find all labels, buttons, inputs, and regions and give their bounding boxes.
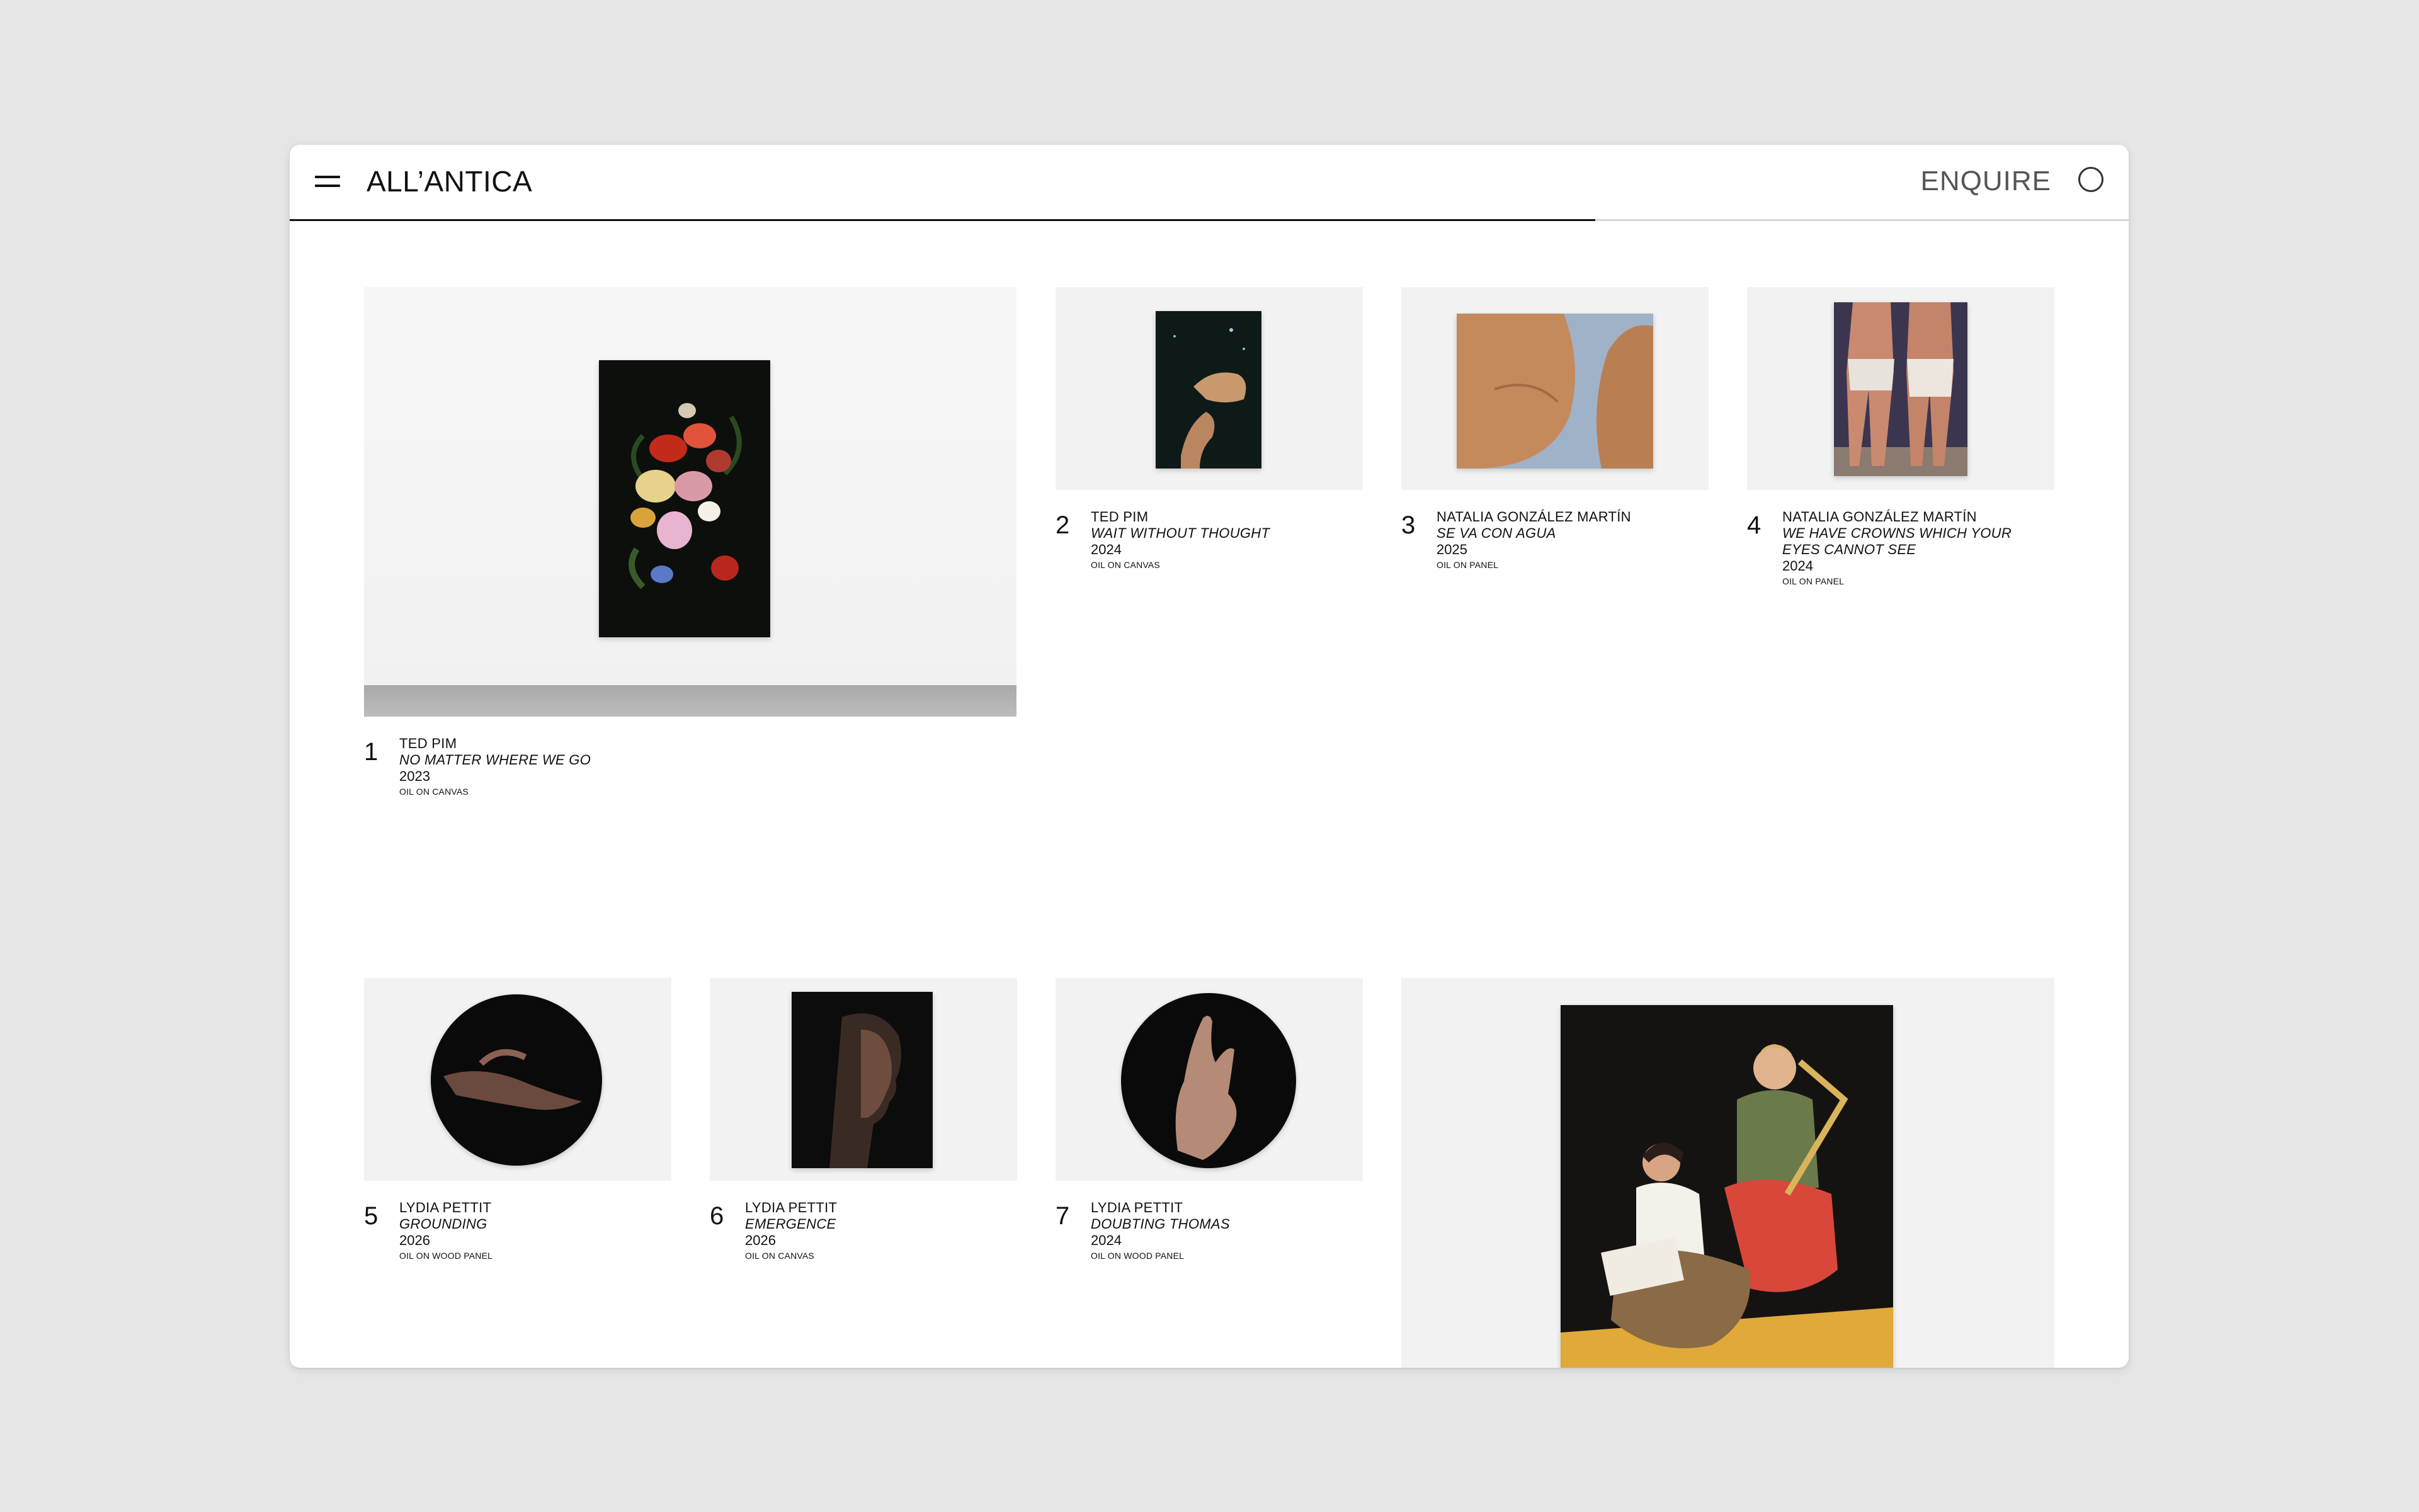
artwork-card-4[interactable]: 4 NATALIA GONZÁLEZ MARTÍN WE HAVE CROWNS… [1747,287,2054,602]
artwork-image-3[interactable] [1401,287,1709,490]
artwork-number: 1 [364,738,379,766]
artwork-number: 6 [710,1202,724,1230]
artwork-medium: OIL ON WOOD PANEL [399,1251,493,1261]
artwork-year: 2024 [1091,542,1122,557]
artwork-number: 5 [364,1202,379,1230]
artwork-image-1[interactable] [364,287,1016,717]
painting-nude-torso [1457,314,1653,469]
artwork-card-1[interactable]: 1 TED PIM NO MATTER WHERE WE GO 2023 OIL… [364,287,1016,816]
artwork-year: 2025 [1437,542,1467,557]
artwork-year: 2024 [1782,558,1813,574]
artwork-year: 2026 [745,1232,776,1248]
artwork-artist: NATALIA GONZÁLEZ MARTÍN [1782,509,1977,525]
artwork-card-6[interactable]: 6 LYDIA PETTIT EMERGENCE 2026 OIL ON CAN… [710,978,1017,1280]
artwork-image-6[interactable] [710,978,1017,1181]
artwork-artist: TED PIM [1091,509,1149,525]
painting-round-hand [431,994,602,1166]
artwork-year: 2026 [399,1232,430,1248]
gallery-floor [364,685,1016,717]
artwork-artist: LYDIA PETTIT [745,1200,838,1215]
circle-toggle-icon[interactable] [2078,167,2103,192]
site-logo[interactable]: ALL’ANTICA [367,162,532,200]
app-window: ALL’ANTICA ENQUIRE 1 TED PIM NO MATTER W… [290,145,2129,1368]
scroll-progress-bar [290,219,2129,221]
artwork-title: NO MATTER WHERE WE GO [399,752,591,768]
artwork-number: 2 [1056,511,1070,539]
painting-profile-portrait [792,992,933,1168]
artwork-card-8[interactable] [1401,978,2054,1368]
artwork-number: 7 [1056,1202,1070,1230]
artwork-medium: OIL ON CANVAS [745,1251,814,1261]
artwork-medium: OIL ON PANEL [1437,560,1499,570]
artwork-number: 3 [1401,511,1416,539]
artwork-artist: NATALIA GONZÁLEZ MARTÍN [1437,509,1631,525]
artwork-title: DOUBTING THOMAS [1091,1216,1230,1232]
artwork-artist: LYDIA PETTIT [399,1200,492,1215]
hamburger-menu-icon[interactable] [315,169,340,194]
artwork-image-8[interactable] [1401,978,2054,1368]
enquire-button[interactable]: ENQUIRE [1921,162,2051,200]
artwork-image-5[interactable] [364,978,671,1181]
artwork-number: 4 [1747,511,1762,539]
painting-hands-dark [1156,311,1261,469]
artwork-medium: OIL ON CANVAS [1091,560,1160,570]
painting-reader-and-trombonist [1561,1005,1893,1368]
artwork-medium: OIL ON PANEL [1782,576,1845,586]
artwork-card-5[interactable]: 5 LYDIA PETTIT GROUNDING 2026 OIL ON WOO… [364,978,671,1280]
scroll-progress-fill [290,219,1596,221]
painting-round-fingers [1121,993,1296,1168]
artwork-artist: LYDIA PETTIT [1091,1200,1183,1215]
artwork-title: EMERGENCE [745,1216,836,1232]
artwork-year: 2023 [399,768,430,784]
artwork-image-2[interactable] [1056,287,1363,490]
artwork-image-4[interactable] [1747,287,2054,490]
artwork-image-7[interactable] [1056,978,1363,1181]
artwork-title: WE HAVE CROWNS WHICH YOUR EYES CANNOT SE… [1782,525,2012,557]
artwork-card-2[interactable]: 2 TED PIM WAIT WITHOUT THOUGHT 2024 OIL … [1056,287,1363,589]
painting-still-life-flowers [599,360,770,637]
artwork-medium: OIL ON WOOD PANEL [1091,1251,1185,1261]
painting-two-figures [1834,302,1967,476]
artwork-year: 2024 [1091,1232,1122,1248]
artwork-artist: TED PIM [399,736,457,751]
artwork-card-7[interactable]: 7 LYDIA PETTIT DOUBTING THOMAS 2024 OIL … [1056,978,1363,1280]
artwork-title: SE VA CON AGUA [1437,525,1556,541]
artwork-title: GROUNDING [399,1216,487,1232]
artwork-card-3[interactable]: 3 NATALIA GONZÁLEZ MARTÍN SE VA CON AGUA… [1401,287,1709,589]
artwork-medium: OIL ON CANVAS [399,787,469,797]
site-header: ALL’ANTICA ENQUIRE [290,145,2129,219]
artwork-title: WAIT WITHOUT THOUGHT [1091,525,1270,541]
